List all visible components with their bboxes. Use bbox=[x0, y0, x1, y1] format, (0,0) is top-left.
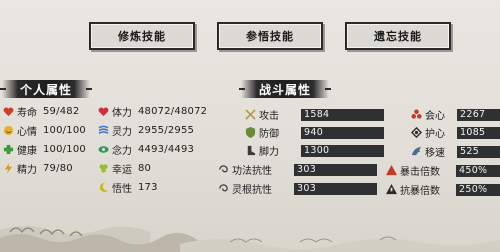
smile-icon bbox=[2, 125, 14, 137]
stat-stamina: 体力 48072/48072 bbox=[97, 104, 207, 119]
stat-mind-power: 念力 4493/4493 bbox=[97, 142, 194, 157]
stat-luck: 幸运 80 bbox=[97, 161, 151, 176]
stat-crit-multiplier: 暴击倍数 450% bbox=[385, 163, 500, 178]
stat-lifespan: 寿命 59/482 bbox=[2, 104, 79, 119]
stat-health: 健康 100/100 bbox=[2, 142, 86, 157]
spirit-icon bbox=[97, 125, 109, 137]
stat-defense: 防御 940 bbox=[244, 125, 384, 140]
combat-attributes-title: 战斗属性 bbox=[239, 80, 331, 98]
boot-icon bbox=[244, 145, 256, 157]
stat-footwork: 脚力 1300 bbox=[244, 143, 384, 158]
cross-icon bbox=[2, 144, 14, 156]
personal-attributes-title: 个人属性 bbox=[0, 80, 92, 98]
stat-technique-resistance: 功法抗性 303 bbox=[217, 162, 377, 177]
stat-move-speed: 移速 525 bbox=[410, 144, 500, 159]
crit-icon bbox=[410, 109, 422, 121]
swirl-icon bbox=[217, 183, 229, 195]
clover-icon bbox=[97, 163, 109, 175]
stat-energy: 精力 79/80 bbox=[2, 161, 73, 176]
eye-icon bbox=[97, 144, 109, 156]
heart-icon bbox=[97, 106, 109, 118]
sword-icon bbox=[244, 109, 256, 121]
anti-crit-icon bbox=[385, 184, 397, 196]
forget-skill-button[interactable]: 遗忘技能 bbox=[345, 22, 451, 50]
stat-mood: 心情 100/100 bbox=[2, 123, 86, 138]
stat-attack: 攻击 1584 bbox=[244, 107, 384, 122]
swirl-icon bbox=[217, 164, 229, 176]
stat-critical: 会心 2267 bbox=[410, 107, 500, 122]
heart-icon bbox=[2, 106, 14, 118]
shield-icon bbox=[244, 127, 256, 139]
stat-heart-guard: 护心 1085 bbox=[410, 125, 500, 140]
moon-icon bbox=[97, 182, 109, 194]
stat-spirit-power: 灵力 2955/2955 bbox=[97, 123, 194, 138]
guard-icon bbox=[410, 127, 422, 139]
cultivate-skill-button[interactable]: 修炼技能 bbox=[89, 22, 195, 50]
stat-root-resistance: 灵根抗性 303 bbox=[217, 181, 377, 196]
insight-skill-button[interactable]: 参悟技能 bbox=[217, 22, 323, 50]
stat-anti-crit-multiplier: 抗暴倍数 250% bbox=[385, 182, 500, 197]
attribute-panel: 修炼技能 参悟技能 遗忘技能 个人属性 战斗属性 寿命 59/482 心情 10… bbox=[0, 0, 500, 252]
wing-icon bbox=[410, 146, 422, 158]
bolt-icon bbox=[2, 163, 14, 175]
stat-comprehension: 悟性 173 bbox=[97, 180, 158, 195]
crit-mult-icon bbox=[385, 165, 397, 177]
